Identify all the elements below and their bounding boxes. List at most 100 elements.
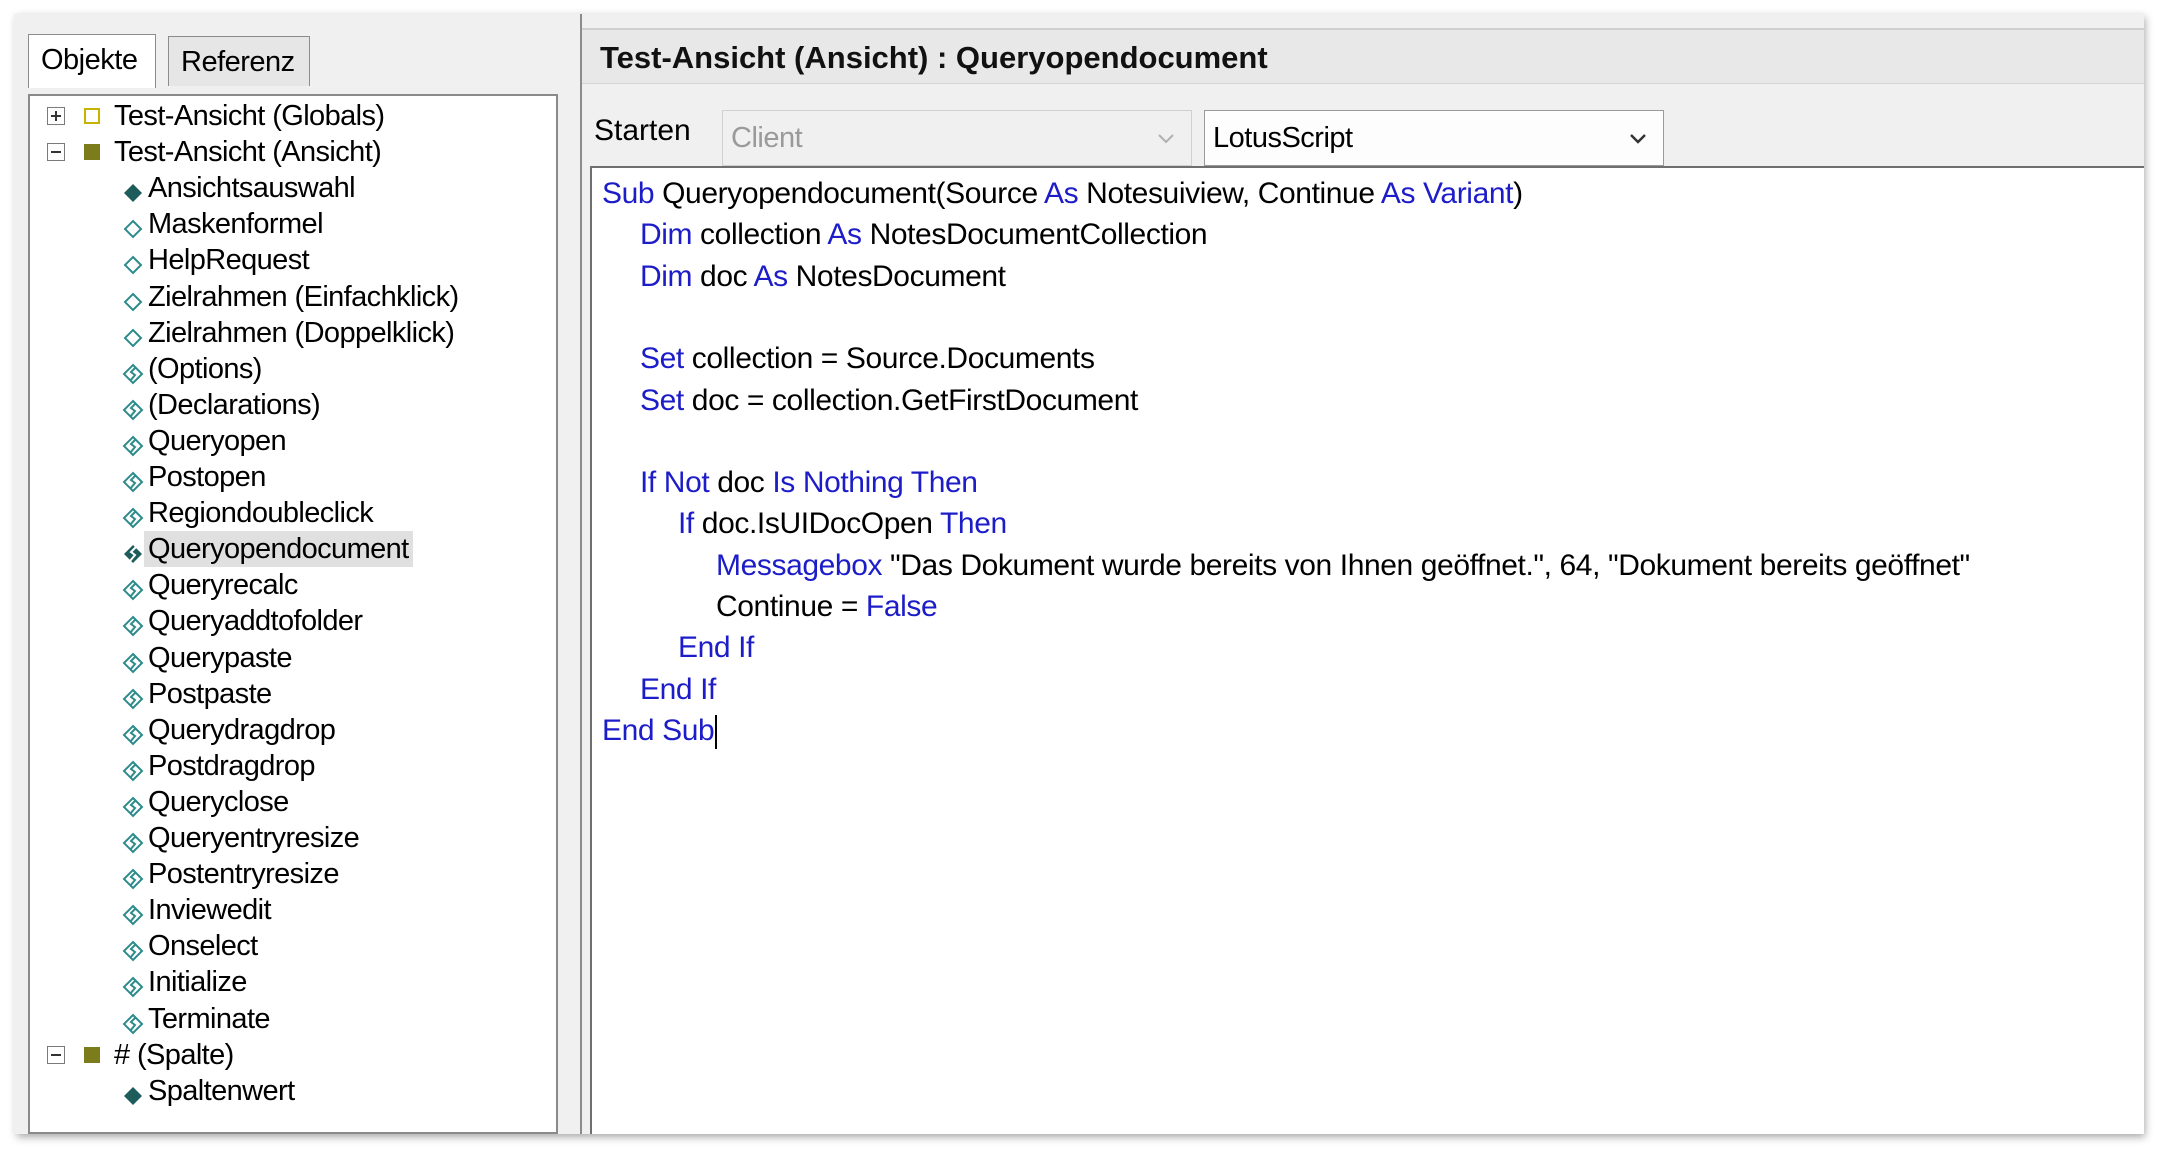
tree-item[interactable]: Test-Ansicht (Globals) [30, 98, 550, 134]
code-text: "Das Dokument wurde bereits von Ihnen ge… [882, 548, 1970, 582]
code-keyword: Set [640, 342, 684, 376]
tree-item[interactable]: Terminate [30, 1001, 550, 1037]
code-text: collection = Source.Documents [683, 342, 1095, 376]
code-keyword: Sub [602, 177, 655, 210]
tree-item-label: Terminate [148, 1002, 271, 1035]
tab-referenz[interactable]: Referenz [168, 36, 310, 86]
tree-item[interactable]: # (Spalte) [30, 1037, 550, 1073]
hollow-diamond-icon [122, 286, 144, 311]
script-event-icon [122, 647, 144, 673]
object-tree: Test-Ansicht (Globals) Test-Ansicht (Ansi… [28, 94, 558, 1134]
collapse-icon[interactable] [47, 143, 65, 162]
tree-item[interactable]: Ansichtsauswahl [30, 170, 550, 206]
script-event-icon [122, 935, 144, 962]
filled-diamond-icon [122, 1080, 144, 1105]
tree-item[interactable]: Postpaste [30, 676, 550, 712]
tree-item-label: Queryentryresize [148, 822, 360, 854]
tree-item-label: Postentryresize [148, 858, 339, 891]
script-event-icon [122, 899, 144, 926]
code-line: Messagebox "Das Dokument wurde bereits v… [716, 546, 1970, 586]
code-line: Dim collection As NotesDocumentCollectio… [640, 215, 1208, 255]
tree-item[interactable]: Queryrecalc [30, 567, 550, 603]
hollow-diamond-icon [122, 322, 144, 348]
tree-item-label: Onselect [148, 930, 258, 963]
code-keyword: Set [640, 383, 684, 417]
code-keyword: Then [939, 507, 1007, 541]
run-target-select[interactable]: Client [722, 110, 1192, 166]
tree-item-label: (Options) [148, 352, 262, 385]
code-text: doc.IsUIDocOpen [693, 507, 940, 541]
tree-item-label: Queryrecalc [148, 569, 298, 602]
tree-item[interactable]: Initialize [30, 964, 550, 1000]
tree-item-label: Test-Ansicht (Ansicht) [114, 136, 382, 169]
run-target-value: Client [731, 122, 803, 154]
expand-icon[interactable] [47, 107, 65, 125]
code-editor[interactable]: Sub Queryopendocument(Source As Notesuiv… [590, 166, 2144, 1134]
script-event-icon [122, 971, 144, 998]
code-line: Dim doc As NotesDocument [640, 257, 1006, 297]
editor-title: Test-Ansicht (Ansicht) : Queryopendocume… [582, 28, 2144, 84]
filled-diamond-icon [122, 177, 144, 203]
tree-item[interactable]: Inviewedit [30, 892, 550, 928]
tree-item-label: Querypaste [148, 641, 293, 674]
code-line: Sub Queryopendocument(Source As Notesuiv… [602, 174, 1523, 214]
script-event-icon [122, 1008, 144, 1034]
tree-item[interactable]: Postdragdrop [30, 748, 550, 784]
tree-item[interactable]: Onselect [30, 928, 550, 964]
code-keyword: As [1044, 177, 1079, 210]
tree-item[interactable]: Test-Ansicht (Ansicht) [30, 134, 550, 170]
tree-item-label: HelpRequest [148, 244, 310, 277]
tree-item[interactable]: Maskenformel [30, 206, 550, 242]
tree-item-label: # (Spalte) [114, 1038, 234, 1071]
code-keyword: As [753, 259, 789, 293]
tree-item[interactable]: (Options) [30, 351, 550, 387]
script-event-icon [122, 430, 144, 457]
tree-item-label: Maskenformel [148, 208, 324, 241]
script-event-icon [122, 863, 144, 890]
tree-item-label: Regiondoubleclick [148, 497, 374, 530]
tree-item[interactable]: Postopen [30, 459, 550, 495]
tree-item[interactable]: (Declarations) [30, 387, 550, 423]
editor-toolbar: Starten Client LotusScript [582, 96, 2144, 166]
code-keyword: As Variant [1380, 177, 1514, 210]
hollow-diamond-icon [122, 213, 144, 239]
tree-item-label: Postopen [148, 461, 266, 493]
code-line: End If [678, 628, 754, 668]
code-text: collection [692, 218, 828, 252]
code-line: End If [640, 670, 716, 710]
tree-item[interactable]: Queryopendocument [30, 531, 550, 568]
tree-item-label: (Declarations) [148, 388, 321, 421]
text-cursor [715, 714, 718, 749]
tree-item[interactable]: Queryentryresize [30, 820, 550, 856]
tree-item[interactable]: Zielrahmen (Doppelklick) [30, 315, 550, 351]
tree-item[interactable]: HelpRequest [30, 242, 550, 278]
code-keyword: End If [678, 631, 754, 665]
script-event-filled-icon [122, 538, 144, 564]
language-select[interactable]: LotusScript [1204, 110, 1664, 166]
objects-panel: Objekte Referenz Test-Ansicht (Globals) T… [14, 14, 568, 1134]
tree-item-label: Zielrahmen (Einfachklick) [148, 280, 459, 313]
tree-item[interactable]: Queryaddtofolder [30, 603, 550, 639]
tree-item[interactable]: Queryclose [30, 784, 550, 820]
tree-item[interactable]: Querydragdrop [30, 712, 550, 748]
collapse-icon[interactable] [47, 1045, 65, 1064]
tree-item[interactable]: Queryopen [30, 423, 550, 459]
code-keyword: If Not [640, 466, 710, 500]
object-filled-square-icon [84, 144, 100, 161]
tree-item-label: Zielrahmen (Doppelklick) [148, 316, 455, 349]
code-keyword: If [678, 507, 694, 541]
tree-item[interactable]: Regiondoubleclick [30, 495, 550, 531]
code-text: NotesDocumentCollection [861, 218, 1208, 252]
tree-item[interactable]: Spaltenwert [30, 1073, 550, 1109]
tab-objekte[interactable]: Objekte [28, 34, 156, 88]
script-event-icon [122, 719, 144, 746]
script-editor-panel: Test-Ansicht (Ansicht) : Queryopendocume… [580, 14, 2144, 1134]
code-text: doc = collection.GetFirstDocument [683, 383, 1139, 417]
code-line: If Not doc Is Nothing Then [640, 463, 978, 503]
tree-item[interactable]: Postentryresize [30, 856, 550, 892]
tree-item-label: Postpaste [148, 677, 272, 710]
code-text: ) [1513, 177, 1523, 210]
tree-item[interactable]: Querypaste [30, 640, 550, 676]
tree-item[interactable]: Zielrahmen (Einfachklick) [30, 279, 550, 315]
script-event-icon [122, 466, 144, 493]
